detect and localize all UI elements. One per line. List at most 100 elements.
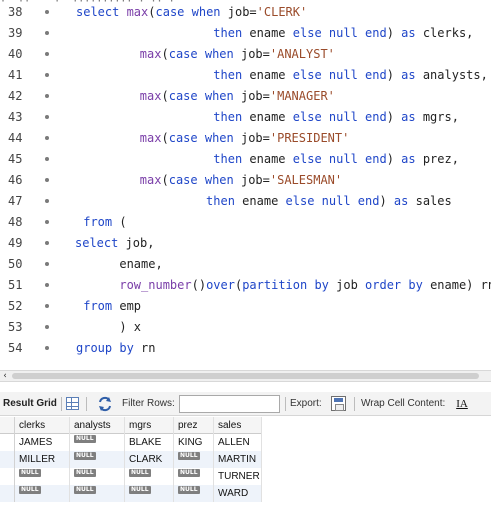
fold-marker-icon [45,220,49,224]
code-text: ) x [76,317,141,338]
sql-text: ename [249,110,293,124]
code-line[interactable]: 48 from ( [0,212,491,233]
sql-keyword: as [401,152,423,166]
table-cell[interactable]: WARD [214,485,262,502]
column-header-analysts[interactable]: analysts [70,417,125,434]
code-line[interactable]: 44 max(case when job='PRESIDENT' [0,128,491,149]
row-selector[interactable] [0,434,15,451]
fold-marker-icon [45,325,49,329]
table-cell[interactable]: NULL [125,468,174,485]
line-number: 53 [8,320,23,334]
code-text: max(case when job='SALESMAN' [82,170,342,191]
code-text: max(case when job='ANALYST' [82,44,335,65]
code-line[interactable]: 47 then ename else null end) as sales [0,191,491,212]
code-text: then ename else null end) as sales [76,191,452,212]
line-number: 45 [8,152,23,166]
table-cell[interactable]: NULL [70,468,125,485]
sql-editor[interactable]: · ·· · ·········· · ·· · 38select max(ca… [0,0,491,370]
table-row[interactable]: JAMES NULL BLAKE KING ALLEN [0,434,262,451]
scroll-thumb[interactable] [12,373,479,379]
cell-value: CLARK [129,454,163,465]
code-line[interactable]: 42 max(case when job='MANAGER' [0,86,491,107]
table-cell[interactable]: NULL [15,468,70,485]
result-grid-icon[interactable] [66,397,79,410]
export-icon[interactable] [331,396,346,411]
null-badge: NULL [129,486,151,494]
sql-text: job [336,278,366,292]
null-badge: NULL [74,469,96,477]
filter-rows-input[interactable] [179,395,280,413]
sql-text: ) [386,26,402,40]
fold-marker-icon [45,31,49,35]
result-grid-tab[interactable]: Result Grid [3,392,57,416]
scroll-left-icon[interactable]: ‹ [0,371,10,381]
table-cell[interactable]: KING [174,434,214,451]
sql-text: rn [141,341,156,355]
code-line[interactable]: 49 select job, [0,233,491,254]
table-cell[interactable]: MARTIN [214,451,262,468]
table-cell[interactable]: NULL [70,451,125,468]
horizontal-scrollbar[interactable]: ‹ [0,370,491,382]
column-header-clerks[interactable]: clerks [15,417,70,434]
code-line[interactable]: 40 max(case when job='ANALYST' [0,44,491,65]
fold-marker-icon [45,52,49,56]
table-cell[interactable]: NULL [174,468,214,485]
sql-keyword: else null end [292,152,387,166]
code-line[interactable]: 54 group by rn [0,338,491,359]
table-cell[interactable]: JAMES [15,434,70,451]
column-header-mgrs[interactable]: mgrs [125,417,174,434]
sql-keyword: else null end [292,110,387,124]
code-line[interactable]: 53 ) x [0,317,491,338]
refresh-icon[interactable] [97,396,113,412]
table-cell[interactable]: BLAKE [125,434,174,451]
code-line[interactable]: 41 then ename else null end) as analysts… [0,65,491,86]
sql-text: job= [240,89,270,103]
table-row[interactable]: NULL NULL NULL NULL TURNER [0,468,262,485]
table-cell[interactable]: TURNER [214,468,262,485]
result-grid[interactable]: clerks analysts mgrs prez sales JAMES NUL… [0,417,491,514]
table-cell[interactable]: MILLER [15,451,70,468]
code-line[interactable]: 50 ename, [0,254,491,275]
cell-value: WARD [218,488,249,499]
code-line[interactable]: 43 then ename else null end) as mgrs, [0,107,491,128]
table-cell[interactable]: NULL [174,485,214,502]
table-cell[interactable]: CLARK [125,451,174,468]
table-cell[interactable]: NULL [174,451,214,468]
sql-text: ) [386,68,402,82]
code-line[interactable]: 51 row_number()over(partition by job ord… [0,275,491,296]
table-cell[interactable]: NULL [125,485,174,502]
sql-string: 'PRESIDENT' [269,131,350,145]
cell-value: MILLER [19,454,56,465]
sql-text: ename [249,152,293,166]
code-line[interactable]: 45 then ename else null end) as prez, [0,149,491,170]
line-number: 46 [8,173,23,187]
toolbar-divider [354,397,355,411]
sql-text: ( [161,173,169,187]
sql-text: mgrs, [422,110,459,124]
row-selector[interactable] [0,468,15,485]
table-cell[interactable]: ALLEN [214,434,262,451]
column-header-prez[interactable]: prez [174,417,214,434]
code-text: select job, [75,233,154,254]
table-cell[interactable]: NULL [70,434,125,451]
code-line[interactable]: 52 from emp [0,296,491,317]
row-selector[interactable] [0,451,15,468]
row-header-corner [0,417,15,434]
column-header-sales[interactable]: sales [214,417,262,434]
grid-header-row: clerks analysts mgrs prez sales [0,417,262,434]
code-line[interactable]: 38 select max(case when job='CLERK' [0,2,491,23]
table-row[interactable]: NULL NULL NULL NULL WARD [0,485,262,502]
table-cell[interactable]: NULL [70,485,125,502]
code-line[interactable]: 46 max(case when job='SALESMAN' [0,170,491,191]
null-badge: NULL [178,486,200,494]
table-cell[interactable]: NULL [15,485,70,502]
wrap-cell-icon[interactable]: IA [455,397,469,411]
table-row[interactable]: MILLER NULL CLARK NULL MARTIN [0,451,262,468]
sql-keyword: then [206,194,243,208]
null-badge: NULL [129,469,151,477]
row-selector[interactable] [0,485,15,502]
code-line[interactable]: 39 then ename else null end) as clerks, [0,23,491,44]
